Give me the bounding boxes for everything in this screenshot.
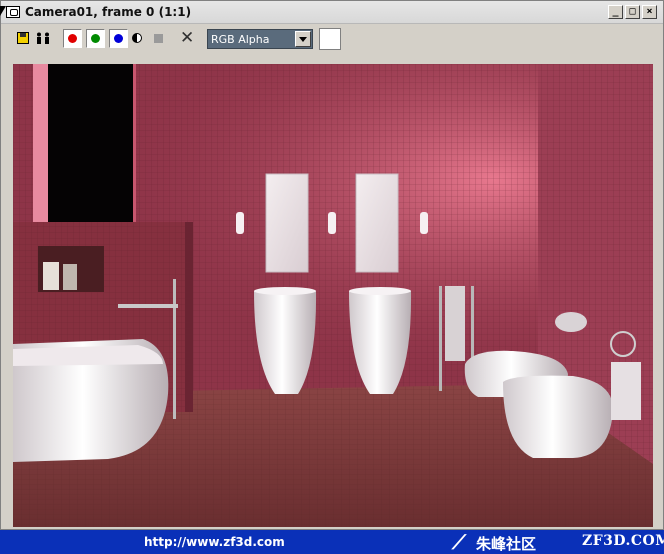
window-title: Camera01, frame 0 (1:1) <box>25 5 192 19</box>
monochrome-icon[interactable] <box>132 33 142 43</box>
clear-icon[interactable] <box>154 34 163 43</box>
rendered-bathroom-image <box>13 64 653 527</box>
red-channel-button[interactable] <box>63 29 82 48</box>
maximize-button[interactable]: □ <box>625 5 640 19</box>
watermark-bar: http://www.zf3d.com ⟋ 朱峰社区 ZF3D.COM <box>0 530 664 554</box>
render-frame-window: Camera01, frame 0 (1:1) _ □ × ✕ RGB Alph… <box>0 0 664 530</box>
channel-select-value: RGB Alpha <box>211 33 270 46</box>
blue-channel-button[interactable] <box>109 29 128 48</box>
green-channel-icon <box>91 34 100 43</box>
footer-chinese-name: 朱峰社区 <box>476 535 537 553</box>
minimize-button[interactable]: _ <box>608 5 623 19</box>
app-icon[interactable] <box>6 6 20 18</box>
channel-select[interactable]: RGB Alpha <box>207 29 313 49</box>
close-button[interactable]: × <box>642 5 657 19</box>
zf-logo-icon: ⟋ <box>452 530 466 554</box>
mouse-cursor-icon <box>0 6 6 16</box>
red-channel-icon <box>68 34 77 43</box>
render-viewport[interactable] <box>13 64 653 527</box>
render-toolbar: ✕ RGB Alpha <box>1 24 663 54</box>
footer-brand: ZF3D.COM <box>582 533 664 549</box>
window-controls: _ □ × <box>608 5 657 19</box>
close-x-icon[interactable]: ✕ <box>180 29 194 47</box>
chevron-down-icon[interactable] <box>295 31 311 47</box>
footer-url[interactable]: http://www.zf3d.com <box>144 535 285 549</box>
green-channel-button[interactable] <box>86 29 105 48</box>
title-bar[interactable]: Camera01, frame 0 (1:1) _ □ × <box>1 1 663 24</box>
save-icon[interactable] <box>17 32 29 44</box>
blue-channel-icon <box>114 34 123 43</box>
color-swatch[interactable] <box>319 28 341 50</box>
clone-window-icon[interactable] <box>35 32 51 44</box>
